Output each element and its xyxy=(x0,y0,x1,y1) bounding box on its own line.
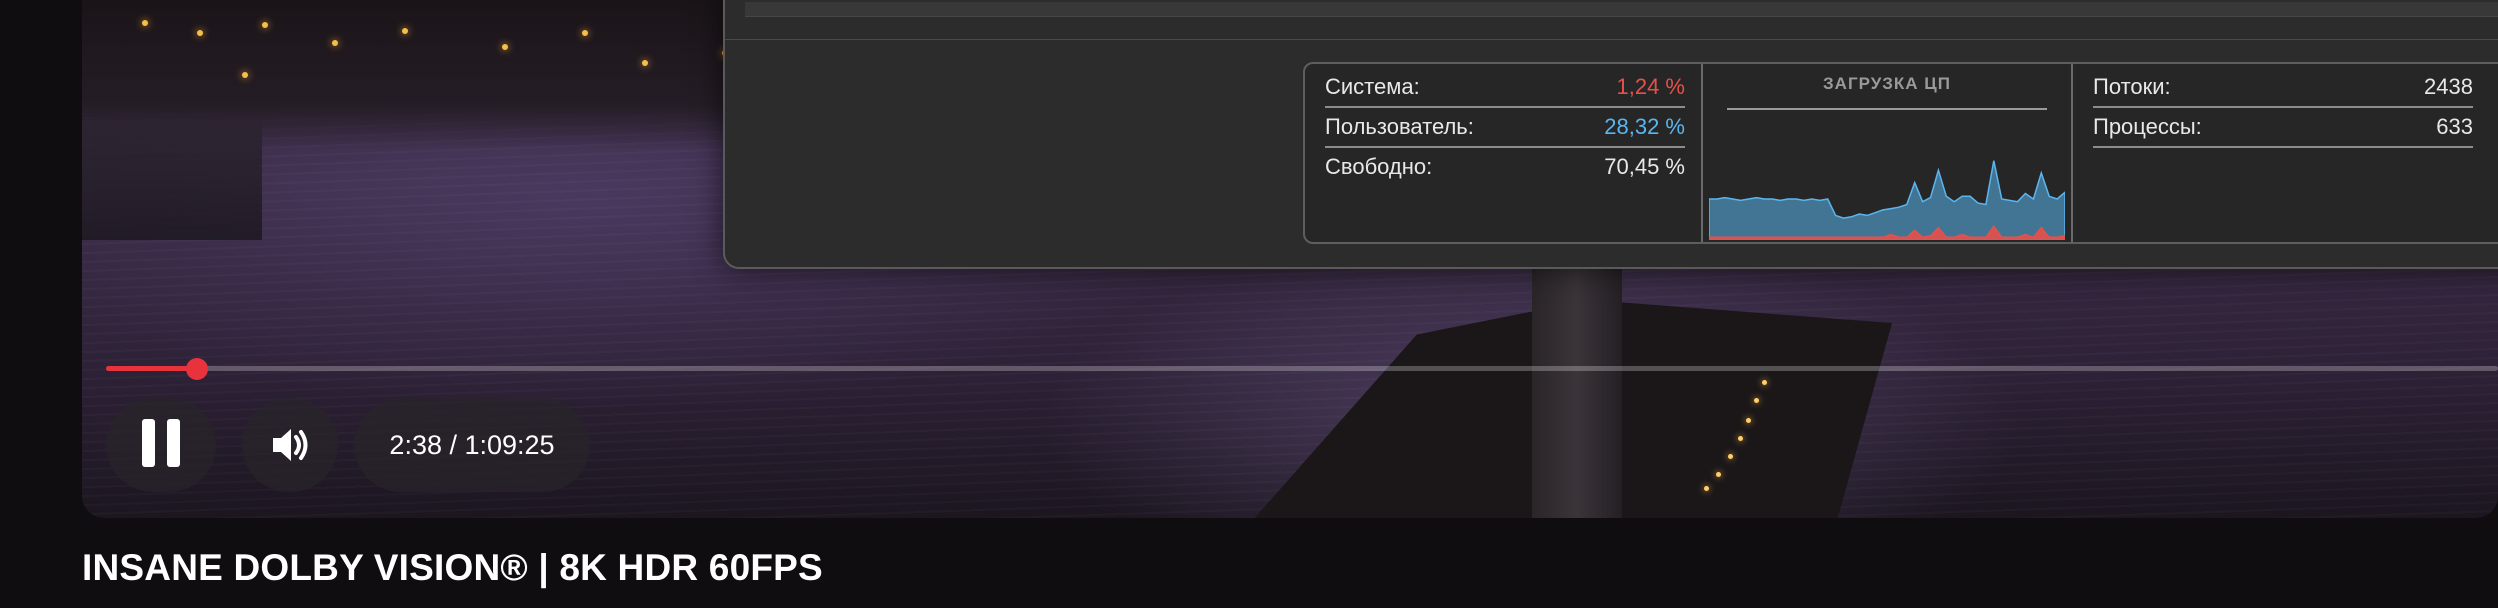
count-value: 2438 xyxy=(2424,74,2473,99)
divider xyxy=(1727,108,2047,110)
pier xyxy=(82,120,262,240)
time-display: 2:38 / 1:09:25 xyxy=(354,398,590,492)
cpu-graph-title: ЗАГРУЗКА ЦП xyxy=(1823,74,1951,93)
pause-icon xyxy=(136,418,186,472)
cpu-load-graph-box: ЗАГРУЗКА ЦП xyxy=(1703,64,2071,242)
volume-button[interactable] xyxy=(242,398,338,492)
seek-bar-handle[interactable] xyxy=(185,358,208,380)
seek-bar[interactable] xyxy=(106,358,2498,380)
stat-value: 1,24 % xyxy=(1616,74,1686,99)
stat-idle: Свободно: 70,45 % xyxy=(1325,148,1685,186)
video-title: INSANE DOLBY VISION® | 8K HDR 60FPS xyxy=(82,547,823,588)
count-label: Процессы: xyxy=(2093,114,2202,139)
cpu-user-series xyxy=(1709,160,2065,240)
count-value: 633 xyxy=(2436,114,2473,139)
stat-system: Система: 1,24 % xyxy=(1325,68,1685,108)
count-processes: Процессы: 633 xyxy=(2093,108,2473,148)
cpu-summary-panel: Система: 1,24 % Пользователь: 28,32 % Св… xyxy=(1303,62,2498,244)
count-threads: Потоки: 2438 xyxy=(2093,68,2473,108)
stat-value: 28,32 % xyxy=(1604,114,1685,139)
stat-label: Система: xyxy=(1325,74,1420,99)
stat-label: Свободно: xyxy=(1325,154,1433,179)
volume-icon xyxy=(273,429,308,461)
pause-button[interactable] xyxy=(106,398,216,492)
process-list-header xyxy=(745,2,2498,17)
cpu-load-chart xyxy=(1709,160,2065,240)
seek-bar-progress xyxy=(106,366,197,371)
time-text: 2:38 / 1:09:25 xyxy=(389,429,555,460)
stat-value: 70,45 % xyxy=(1604,154,1685,179)
cpu-stats: Система: 1,24 % Пользователь: 28,32 % Св… xyxy=(1305,64,1701,242)
stat-label: Пользователь: xyxy=(1325,114,1474,139)
process-counts: Потоки: 2438 Процессы: 633 xyxy=(2073,64,2498,242)
stat-user: Пользователь: 28,32 % xyxy=(1325,108,1685,148)
process-row-partial[interactable] xyxy=(725,27,2498,40)
count-label: Потоки: xyxy=(2093,74,2171,99)
activity-monitor-window[interactable]: Система: 1,24 % Пользователь: 28,32 % Св… xyxy=(723,0,2498,269)
maidens-tower xyxy=(1532,250,1622,518)
